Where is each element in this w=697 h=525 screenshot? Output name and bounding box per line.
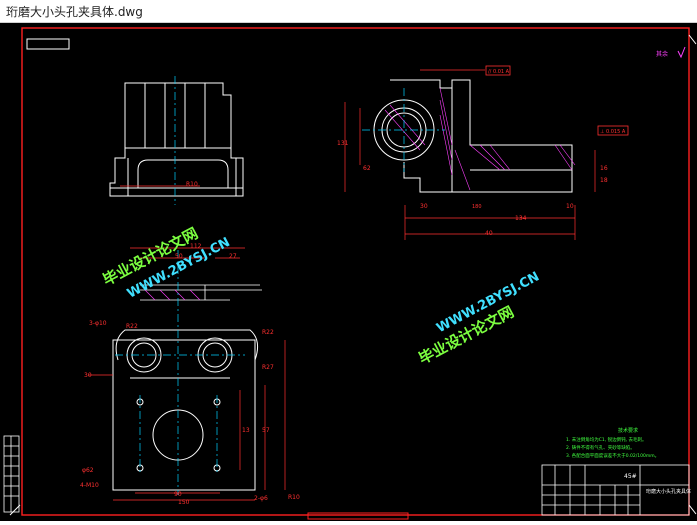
frame-corner-mark [688,504,697,515]
window-titlebar: 珩磨大小头孔夹具体.dwg [0,0,697,23]
hole-note-2phi6: 2-φ6 [254,495,268,502]
dim-top-27: 27 [229,253,237,260]
tech-req-title: 技术要求 [618,427,638,434]
dim-top-90: 90 [174,491,182,498]
technical-requirements: 技术要求 1. 未注倒角均为C1, 锐边倒钝, 去毛刺。 2. 铸件不得有气孔、… [566,427,659,459]
dim-top-150: 150 [178,499,190,506]
drawing-canvas[interactable]: 其余 R10 // 0.01 A ⊥ 0.015 A 180 134 10 30… [0,23,697,521]
dim-side-10: 10 [566,203,574,210]
hole-note-phi62: φ62 [82,467,94,474]
frame-corner-mark [688,34,697,45]
tech-req-item-1: 1. 未注倒角均为C1, 锐边倒钝, 去毛刺。 [566,436,646,443]
tol-frame-a: // 0.01 A [488,69,510,75]
dim-top-30: 30 [84,372,92,379]
cad-drawing: 其余 R10 // 0.01 A ⊥ 0.015 A 180 134 10 30… [3,27,697,520]
dim-side-180: 180 [472,204,482,210]
side-view: // 0.01 A ⊥ 0.015 A 180 134 10 30 16 18 … [337,65,629,240]
dim-top-13: 13 [242,427,250,434]
dim-side-62: 62 [363,165,371,172]
dim-side-134: 134 [515,215,527,222]
dim-side-16: 16 [600,165,608,172]
hole-note-4m10: 4-M10 [80,482,99,489]
dim-top-r22: R22 [126,323,138,330]
dim-side-30: 30 [420,203,428,210]
roughness-symbol [677,46,686,59]
dim-side-40: 40 [485,230,493,237]
tech-req-item-3: 3. 各配合面平面度误差不大于0.02/100mm。 [566,452,659,459]
title-block-material: 45# [624,473,637,480]
dim-top-r22b: R22 [262,329,274,336]
dim-top-r27: R27 [262,364,274,371]
dim-top-57: 57 [262,427,270,434]
frame-corner-mark [9,504,21,516]
watermark-2: 毕业设计论文网 WWW.2BYSJ.CN [416,269,542,368]
dim-side-131: 131 [337,140,349,147]
tech-req-item-2: 2. 铸件不得有气孔、夹砂等缺陷。 [566,444,635,451]
bottom-center-mark [307,512,409,520]
front-view: R10 [109,76,244,205]
title-block-name: 珩磨大小头孔夹具体 [646,488,691,495]
roughness-note: 其余 [656,50,668,58]
hole-note-3phi10: 3-φ10 [89,320,107,327]
dim-top-r10: R10 [288,494,300,501]
code-box [26,38,70,50]
left-margin-strip [3,435,20,513]
window-title: 珩磨大小头孔夹具体.dwg [6,5,143,19]
dim-front-r10: R10 [186,181,198,188]
dim-side-18: 18 [600,177,608,184]
tol-frame-b: ⊥ 0.015 A [600,129,626,135]
watermark-1: 毕业设计论文网 WWW.2BYSJ.CN [100,224,233,302]
